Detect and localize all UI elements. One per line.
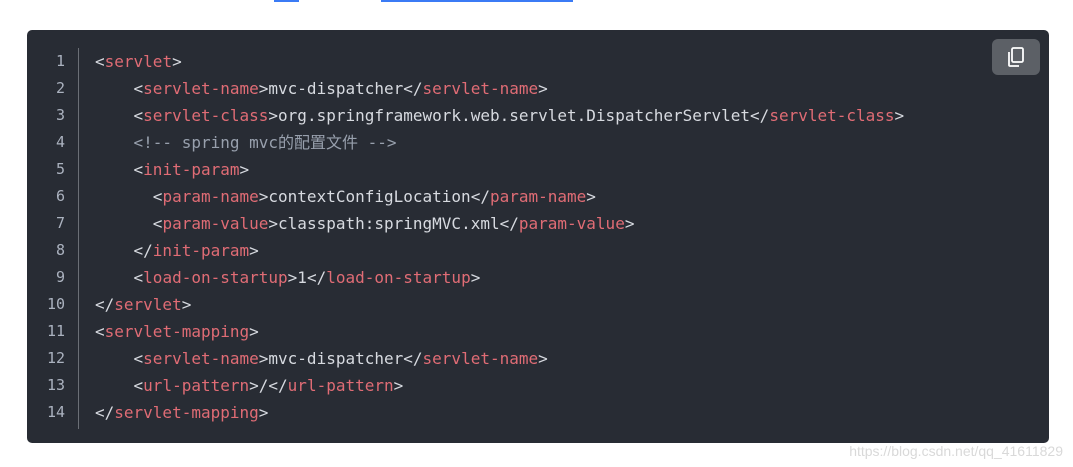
code-token: < bbox=[95, 349, 144, 368]
code-token: > bbox=[586, 187, 596, 206]
code-token: servlet-name bbox=[422, 79, 539, 98]
code-token: servlet-mapping bbox=[104, 322, 250, 341]
code-token: <!-- spring mvc的配置文件 --> bbox=[95, 133, 397, 152]
code-line: <servlet> bbox=[95, 48, 182, 75]
code-line: <url-pattern>/</url-pattern> bbox=[95, 372, 404, 399]
watermark: https://blog.csdn.net/qq_41611829 bbox=[849, 443, 1063, 459]
code-line: <servlet-mapping> bbox=[95, 318, 259, 345]
line-number: 4 bbox=[55, 133, 65, 151]
code-token: < bbox=[95, 187, 163, 206]
line-number-gutter: 1 2 3 4 5 6 7 8 9 10 11 12 13 14 bbox=[27, 30, 79, 443]
line-number: 1 bbox=[55, 52, 65, 70]
code-token: < bbox=[95, 214, 163, 233]
code-line: </servlet-mapping> bbox=[95, 399, 268, 426]
code-token: load-on-startup bbox=[326, 268, 471, 287]
code-token: < bbox=[95, 160, 144, 179]
code-token: > bbox=[393, 376, 404, 395]
code-token: < bbox=[95, 268, 144, 287]
code-token: >contextConfigLocation</ bbox=[258, 187, 490, 206]
code-line: <servlet-class>org.springframework.web.s… bbox=[95, 102, 905, 129]
code-line: <init-param> bbox=[95, 156, 250, 183]
code-token: >mvc-dispatcher</ bbox=[258, 349, 423, 368]
line-number: 2 bbox=[55, 79, 65, 97]
code-token: > bbox=[172, 52, 182, 71]
code-line: <servlet-name>mvc-dispatcher</servlet-na… bbox=[95, 75, 548, 102]
copy-button[interactable] bbox=[992, 39, 1040, 75]
code-line: <load-on-startup>1</load-on-startup> bbox=[95, 264, 481, 291]
line-number: 10 bbox=[46, 295, 65, 313]
code-token: > bbox=[624, 214, 635, 233]
code-token: > bbox=[181, 295, 192, 314]
code-token: param-name bbox=[489, 187, 587, 206]
code-token: > bbox=[249, 322, 259, 341]
code-token: > bbox=[894, 106, 905, 125]
line-number: 13 bbox=[46, 376, 65, 394]
code-token: < bbox=[95, 52, 105, 71]
line-number: 6 bbox=[55, 187, 65, 205]
code-token: servlet-mapping bbox=[114, 403, 259, 422]
code-token: </ bbox=[95, 295, 115, 314]
code-token: servlet-class bbox=[769, 106, 895, 125]
line-number: 8 bbox=[55, 241, 65, 259]
code-token: >/</ bbox=[249, 376, 288, 395]
gutter-divider bbox=[78, 48, 79, 429]
code-token: >1</ bbox=[287, 268, 327, 287]
code-token: servlet-name bbox=[422, 349, 539, 368]
code-token: url-pattern bbox=[287, 376, 394, 395]
line-number: 11 bbox=[46, 322, 65, 340]
code-token: > bbox=[249, 241, 259, 260]
code-token: init-param bbox=[152, 241, 250, 260]
line-number: 7 bbox=[55, 214, 65, 232]
top-link-underline[interactable] bbox=[381, 0, 573, 2]
code-block: 1 2 3 4 5 6 7 8 9 10 11 12 13 14 <servlet> <servlet-n… bbox=[27, 30, 1049, 443]
code-token: > bbox=[538, 79, 548, 98]
code-line: </init-param> bbox=[95, 237, 259, 264]
top-link-underline[interactable] bbox=[274, 0, 299, 2]
code-token: servlet-name bbox=[143, 349, 259, 368]
code-token: </ bbox=[95, 403, 115, 422]
code-token: param-name bbox=[162, 187, 259, 206]
code-token: servlet-name bbox=[143, 79, 259, 98]
line-number: 12 bbox=[46, 349, 65, 367]
code-token: < bbox=[95, 79, 144, 98]
code-token: > bbox=[258, 403, 269, 422]
code-token: > bbox=[470, 268, 481, 287]
code-line: <param-value>classpath:springMVC.xml</pa… bbox=[95, 210, 635, 237]
code-line: <!-- spring mvc的配置文件 --> bbox=[95, 129, 397, 156]
code-token: param-value bbox=[518, 214, 625, 233]
code-line: </servlet> bbox=[95, 291, 191, 318]
code-token: >mvc-dispatcher</ bbox=[258, 79, 423, 98]
code-token: < bbox=[95, 322, 105, 341]
code-token: servlet bbox=[104, 52, 173, 71]
line-number: 3 bbox=[55, 106, 65, 124]
code-token: > bbox=[239, 160, 250, 179]
code-token: < bbox=[95, 106, 144, 125]
code-line: <servlet-name>mvc-dispatcher</servlet-na… bbox=[95, 345, 548, 372]
code-token: url-pattern bbox=[143, 376, 250, 395]
code-token: </ bbox=[95, 241, 153, 260]
code-token: > bbox=[538, 349, 548, 368]
code-token: param-value bbox=[162, 214, 269, 233]
code-token: >classpath:springMVC.xml</ bbox=[268, 214, 519, 233]
line-number: 14 bbox=[46, 403, 65, 421]
code-token: load-on-startup bbox=[143, 268, 288, 287]
code-token: init-param bbox=[143, 160, 240, 179]
code-line: <param-name>contextConfigLocation</param… bbox=[95, 183, 596, 210]
line-number: 9 bbox=[55, 268, 65, 286]
code-token: < bbox=[95, 376, 144, 395]
code-token: >org.springframework.web.servlet.Dispatc… bbox=[268, 106, 770, 125]
code-token: servlet bbox=[114, 295, 182, 314]
copy-icon[interactable] bbox=[1007, 47, 1025, 67]
line-number: 5 bbox=[55, 160, 65, 178]
code-token: servlet-class bbox=[143, 106, 269, 125]
